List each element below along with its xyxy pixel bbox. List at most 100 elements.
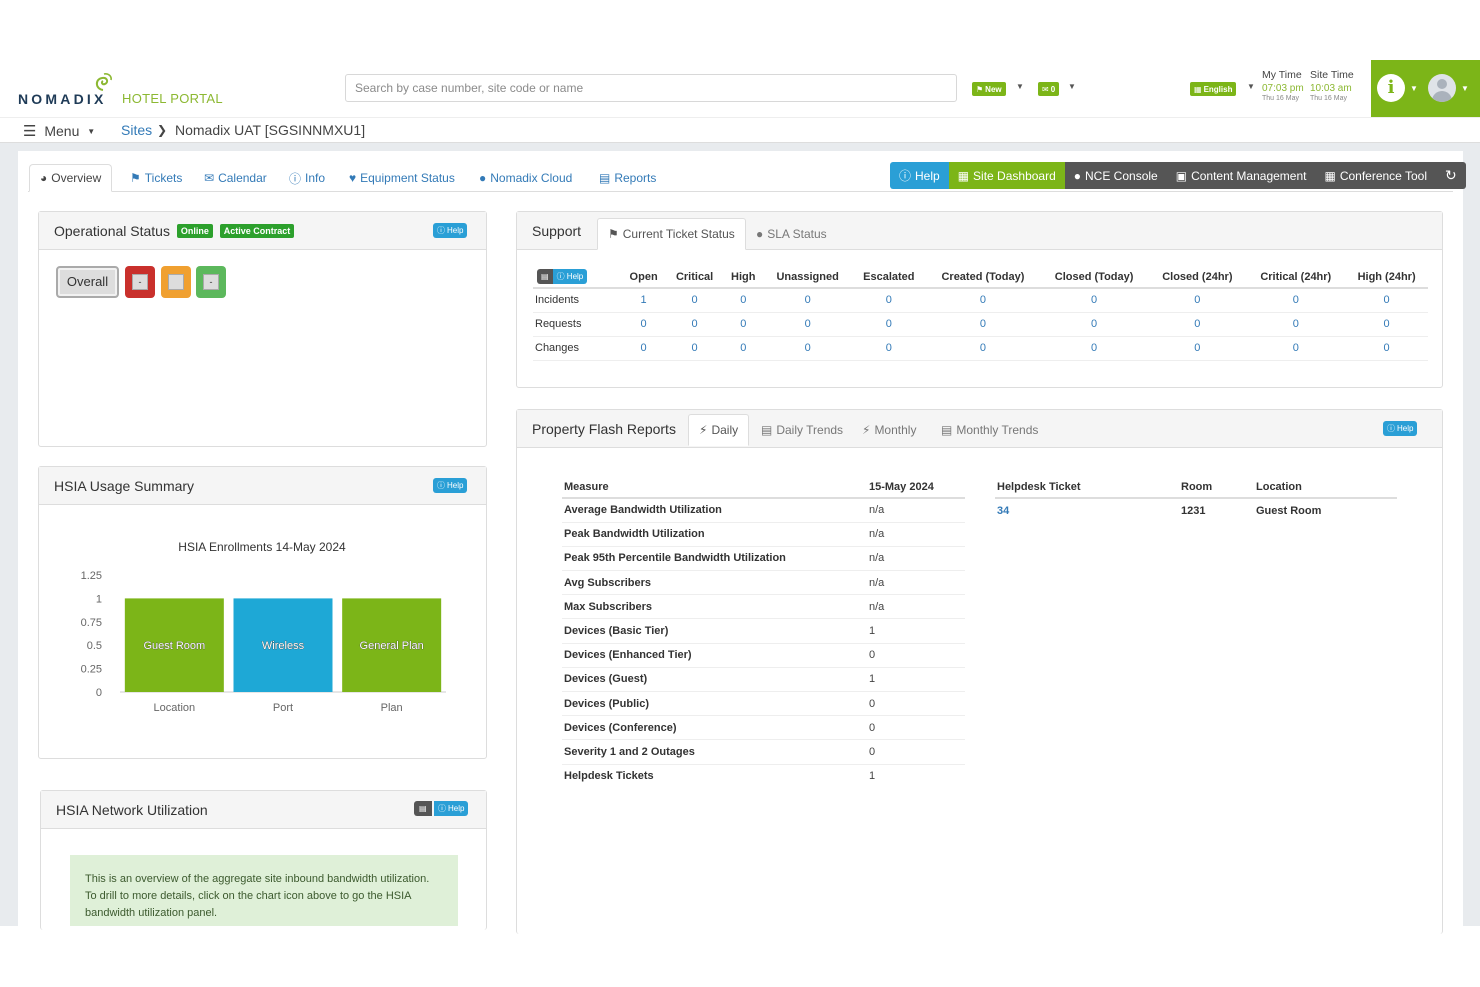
- ticket-count-link[interactable]: 0: [851, 312, 927, 337]
- column-header: Critical: [666, 266, 723, 289]
- ticket-count-link[interactable]: 0: [1148, 288, 1247, 313]
- tab-label: Calendar: [218, 171, 267, 185]
- tab-nomadix-cloud[interactable]: ● Nomadix Cloud: [479, 164, 572, 192]
- breadcrumb-current: Nomadix UAT [SGSINNMXU1]: [175, 122, 366, 138]
- refresh-button[interactable]: ↻: [1435, 162, 1466, 189]
- my-time-value: 07:03 pm: [1262, 83, 1304, 94]
- tab-daily[interactable]: ⚡ Daily: [688, 414, 750, 446]
- ticket-count-link[interactable]: 0: [1345, 312, 1428, 337]
- avatar[interactable]: [1428, 74, 1456, 102]
- site-dashboard-button[interactable]: ▦ Site Dashboard: [948, 162, 1065, 189]
- info-icon: ⓘ: [438, 804, 446, 813]
- table-row: 34 1231 Guest Room: [995, 498, 1397, 522]
- help-badge[interactable]: ⓘ Help: [1383, 421, 1418, 436]
- help-button[interactable]: ⓘ Help: [890, 162, 949, 189]
- tab-reports[interactable]: ▤ Reports: [599, 164, 656, 192]
- help-badge[interactable]: ⓘ Help: [434, 801, 469, 816]
- ticket-count-link[interactable]: 0: [851, 336, 927, 361]
- nce-console-button[interactable]: ● NCE Console: [1064, 162, 1167, 189]
- ticket-count-link[interactable]: 0: [722, 288, 764, 313]
- help-badge[interactable]: ⓘ Help: [552, 269, 588, 284]
- tab-tickets[interactable]: ⚑ Tickets: [130, 164, 182, 192]
- action-button-group: ⓘ Help ▦ Site Dashboard ● NCE Console ▣ Cont…: [890, 162, 1466, 189]
- ticket-count-link[interactable]: 0: [926, 336, 1040, 361]
- table-row: Changes 0 0 0 0 0 0 0 0 0 0: [533, 336, 1428, 361]
- ticket-count-link[interactable]: 0: [763, 312, 852, 337]
- ticket-count-link[interactable]: 1: [621, 288, 667, 313]
- ticket-count-link[interactable]: 0: [1345, 336, 1428, 361]
- column-header: Room: [1179, 476, 1254, 499]
- row-label: Changes: [533, 336, 621, 361]
- help-badge[interactable]: ⓘ Help: [433, 223, 468, 238]
- tab-info[interactable]: ⓘ Info: [289, 164, 325, 192]
- ticket-count-link[interactable]: 0: [1246, 312, 1346, 337]
- tab-sla-status[interactable]: ● SLA Status: [756, 218, 827, 250]
- info-caret-icon[interactable]: ▼: [1410, 84, 1418, 93]
- row-label: Incidents: [533, 288, 621, 313]
- table-header-row: Measure 15-May 2024: [562, 476, 965, 499]
- ticket-count-link[interactable]: 0: [926, 288, 1040, 313]
- nomadix-logo[interactable]: NOMADIX HOTEL PORTAL: [18, 72, 228, 112]
- content-management-button[interactable]: ▣ Content Management: [1166, 162, 1316, 189]
- language-flag-icon: ▦: [1194, 84, 1202, 94]
- ok-status-button[interactable]: -: [196, 266, 226, 298]
- tab-calendar[interactable]: ✉ Calendar: [204, 164, 267, 192]
- ticket-count-link[interactable]: 0: [1039, 336, 1149, 361]
- new-ticket-button[interactable]: ⚑ New: [972, 82, 1006, 96]
- ticket-count-link[interactable]: 0: [763, 288, 852, 313]
- tab-equipment-status[interactable]: ♥ Equipment Status: [349, 164, 455, 192]
- language-caret-icon[interactable]: ▼: [1247, 82, 1255, 91]
- breadcrumb: ☰ Menu ▼ Sites ❯ Nomadix UAT [SGSINNMXU1…: [0, 117, 1480, 143]
- chart-icon[interactable]: ▤: [537, 269, 553, 284]
- ticket-count-link[interactable]: 0: [763, 336, 852, 361]
- measure-value: n/a: [867, 522, 965, 547]
- measure-value: 0: [867, 739, 965, 765]
- info-icon[interactable]: i: [1377, 74, 1405, 102]
- language-button[interactable]: ▦ English: [1190, 82, 1237, 96]
- menu-button[interactable]: ☰ Menu ▼: [23, 122, 95, 140]
- helpdesk-ticket-link[interactable]: 34: [995, 498, 1179, 522]
- ticket-count-link[interactable]: 0: [1246, 336, 1346, 361]
- ticket-count-link[interactable]: 0: [722, 336, 764, 361]
- new-dropdown-caret-icon[interactable]: ▼: [1016, 82, 1024, 91]
- user-caret-icon[interactable]: ▼: [1461, 84, 1469, 93]
- help-badge[interactable]: ⓘ Help: [433, 478, 468, 493]
- ticket-count-link[interactable]: 0: [1345, 288, 1428, 313]
- column-header: Open: [621, 266, 667, 289]
- ticket-count-link[interactable]: 0: [666, 336, 723, 361]
- ticket-count-link[interactable]: 0: [621, 336, 667, 361]
- my-time-day: Thu 16 May: [1262, 95, 1299, 102]
- menu-label: Menu: [44, 123, 80, 139]
- ticket-count-link[interactable]: 0: [1039, 288, 1149, 313]
- ticket-count-link[interactable]: 0: [1148, 312, 1247, 337]
- tab-label: Current Ticket Status: [622, 227, 735, 241]
- warning-status-button[interactable]: -: [161, 266, 191, 298]
- measure-value: n/a: [867, 498, 965, 523]
- overall-status-button[interactable]: Overall: [56, 266, 119, 298]
- ticket-count-link[interactable]: 0: [666, 312, 723, 337]
- tab-monthly[interactable]: ⚡ Monthly: [862, 414, 916, 446]
- ticket-count-link[interactable]: 0: [1246, 288, 1346, 313]
- ticket-count-link[interactable]: 0: [1039, 312, 1149, 337]
- ticket-count-link[interactable]: 0: [666, 288, 723, 313]
- chart-button[interactable]: ▤: [414, 801, 432, 816]
- critical-status-button[interactable]: -: [125, 266, 155, 298]
- tab-overview[interactable]: ◕ Overview: [29, 164, 113, 192]
- panel-header: Operational Status Online Active Contrac…: [39, 212, 486, 250]
- tab-current-ticket-status[interactable]: ⚑ Current Ticket Status: [597, 218, 746, 250]
- tab-monthly-trends[interactable]: ▤ Monthly Trends: [941, 414, 1038, 446]
- search-input[interactable]: [345, 74, 957, 102]
- ticket-count-link[interactable]: 0: [621, 312, 667, 337]
- conference-tool-button[interactable]: ▦ Conference Tool: [1315, 162, 1436, 189]
- online-badge: Online: [176, 224, 213, 238]
- hsia-enrollments-chart[interactable]: HSIA Enrollments 14-May 2024 0 0.25 0.5 0.75…: [60, 535, 460, 725]
- ticket-count-link[interactable]: 0: [851, 288, 927, 313]
- breadcrumb-sites-link[interactable]: Sites: [121, 122, 152, 138]
- mail-button[interactable]: ✉ 0: [1038, 82, 1060, 96]
- mail-dropdown-caret-icon[interactable]: ▼: [1068, 82, 1076, 91]
- tab-daily-trends[interactable]: ▤ Daily Trends: [761, 414, 843, 446]
- ticket-count-link[interactable]: 0: [1148, 336, 1247, 361]
- measure-value: n/a: [867, 546, 965, 572]
- ticket-count-link[interactable]: 0: [722, 312, 764, 337]
- ticket-count-link[interactable]: 0: [926, 312, 1040, 337]
